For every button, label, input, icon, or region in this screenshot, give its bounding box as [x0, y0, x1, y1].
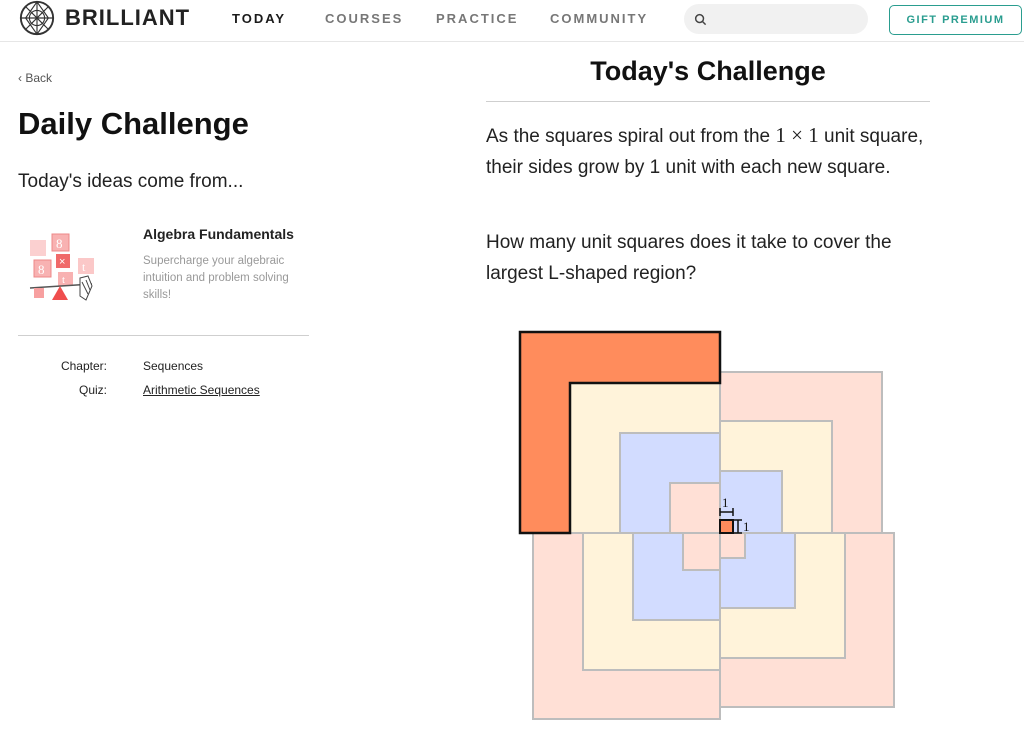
quiz-link[interactable]: Arithmetic Sequences	[143, 383, 260, 397]
problem-text-part1: As the squares spiral out from the	[486, 126, 776, 147]
spiral-squares-figure: 1 1	[518, 330, 895, 720]
math-expression: 1 × 1	[775, 123, 819, 147]
quiz-label: Quiz:	[78, 383, 107, 397]
search-input[interactable]	[713, 11, 863, 27]
search-box[interactable]	[684, 4, 868, 34]
course-illustration[interactable]: 8 × 8 t t	[20, 228, 108, 310]
page-title: Daily Challenge	[18, 106, 249, 141]
ideas-subtitle: Today's ideas come from...	[18, 171, 244, 192]
logo-text: BRILLIANT	[65, 5, 191, 30]
unit-label-side: 1	[743, 519, 750, 534]
challenge-title: Today's Challenge	[590, 56, 826, 86]
svg-text:8: 8	[56, 236, 63, 251]
chapter-value: Sequences	[143, 359, 204, 373]
back-link[interactable]: ‹ Back	[18, 71, 52, 85]
svg-text:8: 8	[38, 262, 45, 277]
svg-text:×: ×	[59, 256, 65, 268]
nav-community[interactable]: COMMUNITY	[550, 11, 648, 26]
sidebar-divider	[18, 335, 309, 336]
question-text: How many unit squares does it take to co…	[486, 232, 892, 284]
gift-premium-button[interactable]: GIFT PREMIUM	[889, 5, 1022, 35]
unit-label-top: 1	[722, 495, 729, 510]
nav-today[interactable]: TODAY	[232, 11, 286, 26]
search-icon	[694, 13, 707, 25]
chapter-label: Chapter:	[60, 359, 107, 373]
course-name[interactable]: Algebra Fundamentals	[143, 226, 294, 242]
nav-courses[interactable]: COURSES	[325, 11, 403, 26]
nav-practice[interactable]: PRACTICE	[436, 11, 518, 26]
brilliant-logo-icon	[19, 0, 55, 36]
top-nav: BRILLIANT TODAY COURSES PRACTICE COMMUNI…	[0, 0, 1024, 42]
course-description: Supercharge your algebraic intuition and…	[143, 255, 289, 301]
logo[interactable]: BRILLIANT	[18, 0, 190, 36]
problem-text: As the squares spiral out from the 1 × 1…	[486, 120, 926, 183]
svg-text:t: t	[62, 274, 65, 286]
challenge-divider	[486, 101, 930, 102]
